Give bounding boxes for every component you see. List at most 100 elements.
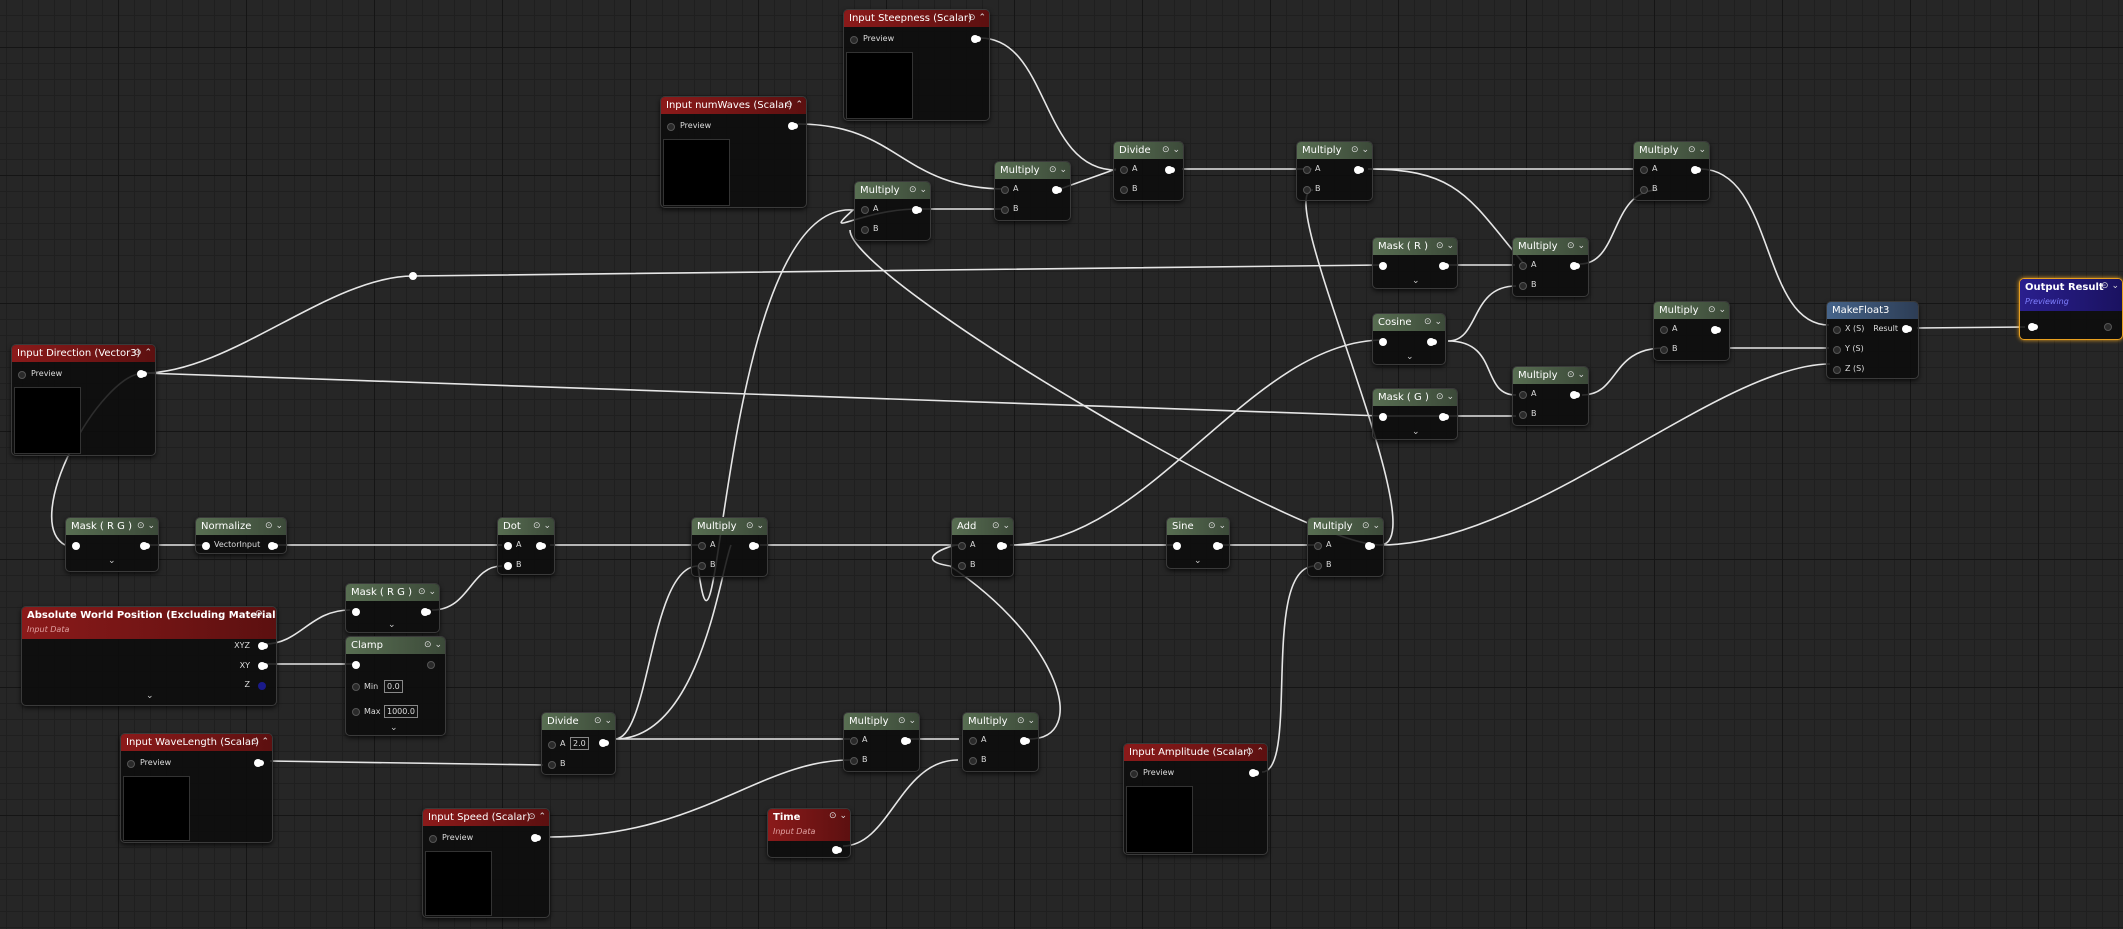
input-pin-a[interactable] <box>1303 166 1311 174</box>
input-pin-b[interactable] <box>548 761 556 769</box>
expand-icon[interactable]: ⌄ <box>108 556 116 566</box>
input-pin-y[interactable] <box>1833 346 1841 354</box>
input-pin-a[interactable] <box>504 542 512 550</box>
output-pin[interactable] <box>1020 737 1028 745</box>
input-pin[interactable] <box>202 542 210 550</box>
header-icons[interactable]: ⊙ ⌄ <box>1362 518 1380 535</box>
output-pin[interactable] <box>788 122 796 130</box>
preview-toggle-icon[interactable] <box>429 835 437 843</box>
input-pin-b[interactable] <box>1001 206 1009 214</box>
output-pin[interactable] <box>268 542 276 550</box>
node-dot[interactable]: Dot ⊙ ⌄ A B <box>497 517 555 575</box>
output-pin[interactable] <box>1052 186 1060 194</box>
node-input-speed[interactable]: Input Speed (Scalar) ⊙ ⌃ Preview <box>422 808 550 918</box>
output-pin-xyz[interactable] <box>258 642 266 650</box>
output-pin[interactable] <box>1354 166 1362 174</box>
node-multiply-3[interactable]: Multiply ⊙ ⌄ A B <box>1296 141 1373 201</box>
header-icons[interactable]: ⊙ ⌃ <box>251 734 269 751</box>
node-header[interactable]: Absolute World Position (Excluding Mater… <box>22 607 276 639</box>
output-pin[interactable] <box>137 370 145 378</box>
node-header[interactable]: Output Result Previewing ⊙ ⌄ <box>2020 279 2122 311</box>
input-pin-a[interactable] <box>969 737 977 745</box>
output-pin[interactable] <box>971 35 979 43</box>
header-icons[interactable]: ⊙ ⌄ <box>829 809 847 823</box>
header-icons[interactable]: ⊙ ⌃ <box>134 345 152 362</box>
output-pin[interactable] <box>427 661 435 669</box>
header-icons[interactable]: ⊙ ⌄ <box>533 518 551 535</box>
output-pin[interactable] <box>1365 542 1373 550</box>
node-absolute-world-position[interactable]: Absolute World Position (Excluding Mater… <box>21 606 277 706</box>
node-mask-rg-2[interactable]: Mask ( R G ) ⊙ ⌄ ⌄ <box>345 583 440 633</box>
input-pin[interactable] <box>2028 323 2036 331</box>
node-header[interactable]: Input Speed (Scalar) ⊙ ⌃ <box>423 809 549 826</box>
output-pin[interactable] <box>599 739 607 747</box>
input-pin-a[interactable] <box>1519 262 1527 270</box>
input-pin-a[interactable] <box>1001 186 1009 194</box>
node-header[interactable]: Multiply ⊙ ⌄ <box>963 713 1038 730</box>
input-pin-b[interactable] <box>504 562 512 570</box>
node-header[interactable]: Input Direction (Vector3) ⊙ ⌃ <box>12 345 155 362</box>
output-pin[interactable] <box>1570 262 1578 270</box>
output-pin[interactable] <box>1427 338 1435 346</box>
node-time[interactable]: Time Input Data ⊙ ⌄ <box>767 808 851 858</box>
header-icons[interactable]: ⊙ ⌄ <box>1208 518 1226 535</box>
input-pin-max[interactable] <box>352 708 360 716</box>
output-pin[interactable] <box>536 542 544 550</box>
node-divide-2[interactable]: Divide ⊙ ⌄ A 2.0 B <box>541 712 616 775</box>
node-header[interactable]: MakeFloat3 <box>1827 302 1918 319</box>
header-icons[interactable]: ⊙ ⌃ <box>968 10 986 27</box>
node-header[interactable]: Divide ⊙ ⌄ <box>542 713 615 730</box>
input-pin-b[interactable] <box>1303 186 1311 194</box>
header-icons[interactable]: ⊙ ⌄ <box>1688 142 1706 159</box>
node-output-result[interactable]: Output Result Previewing ⊙ ⌄ <box>2019 278 2123 340</box>
input-pin-min[interactable] <box>352 683 360 691</box>
output-pin[interactable] <box>1439 262 1447 270</box>
node-cosine[interactable]: Cosine ⊙ ⌄ ⌄ <box>1372 313 1446 365</box>
header-icons[interactable]: ⊙ ⌄ <box>909 182 927 199</box>
node-header[interactable]: Multiply ⊙ ⌄ <box>1654 302 1729 319</box>
node-input-wavelength[interactable]: Input WaveLength (Scalar) ⊙ ⌃ Preview <box>120 733 273 843</box>
node-header[interactable]: Multiply ⊙ ⌄ <box>855 182 930 199</box>
header-icons[interactable]: ⊙ ⌄ <box>424 637 442 654</box>
header-icons[interactable]: ⊙ ⌄ <box>418 584 436 601</box>
input-pin-a[interactable] <box>861 206 869 214</box>
header-icons[interactable]: ⊙ ⌄ <box>1162 142 1180 159</box>
output-pin[interactable] <box>997 542 1005 550</box>
input-pin-z[interactable] <box>1833 366 1841 374</box>
header-icons[interactable]: ⊙ ⌄ <box>1708 302 1726 319</box>
node-header[interactable]: Add ⊙ ⌄ <box>952 518 1013 535</box>
output-pin[interactable] <box>254 759 262 767</box>
output-pin[interactable] <box>1249 769 1257 777</box>
header-icons[interactable]: ⊙ ⌄ <box>2101 279 2119 293</box>
header-icons[interactable]: ⊙ ⌃ <box>785 97 803 114</box>
header-icons[interactable]: ⊙ ⌄ <box>1567 367 1585 384</box>
output-pin[interactable] <box>1165 166 1173 174</box>
node-input-direction[interactable]: Input Direction (Vector3) ⊙ ⌃ Preview <box>11 344 156 456</box>
input-pin-b[interactable] <box>861 226 869 234</box>
node-mask-rg[interactable]: Mask ( R G ) ⊙ ⌄ ⌄ <box>65 517 159 572</box>
expand-icon[interactable]: ⌄ <box>1194 556 1202 566</box>
input-pin-a[interactable] <box>1660 326 1668 334</box>
output-pin[interactable] <box>1711 326 1719 334</box>
node-header[interactable]: Mask ( R ) ⊙ ⌄ <box>1373 238 1457 255</box>
node-add[interactable]: Add ⊙ ⌄ A B <box>951 517 1014 577</box>
node-multiply-6[interactable]: Multiply ⊙ ⌄ A B <box>1512 366 1589 426</box>
preview-toggle-icon[interactable] <box>667 123 675 131</box>
input-pin-a[interactable] <box>698 542 706 550</box>
input-pin-a[interactable] <box>1519 391 1527 399</box>
header-icons[interactable]: ⊙ ⌄ <box>1424 314 1442 331</box>
header-icons[interactable]: ⊙ ⌄ <box>1436 389 1454 406</box>
node-header[interactable]: Multiply ⊙ ⌄ <box>1297 142 1372 159</box>
node-header[interactable]: Sine ⊙ ⌄ <box>1167 518 1229 535</box>
input-pin-b[interactable] <box>1519 282 1527 290</box>
node-header[interactable]: Mask ( R G ) ⊙ ⌄ <box>66 518 158 535</box>
input-pin-b[interactable] <box>1519 411 1527 419</box>
node-makefloat3[interactable]: MakeFloat3 X (S) Y (S) Z (S) Result <box>1826 301 1919 379</box>
input-pin-b[interactable] <box>1120 186 1128 194</box>
output-pin[interactable] <box>1439 413 1447 421</box>
node-header[interactable]: Multiply ⊙ ⌄ <box>844 713 919 730</box>
node-header[interactable]: Multiply ⊙ ⌄ <box>692 518 767 535</box>
node-header[interactable]: Input Amplitude (Scalar) ⊙ ⌃ <box>1124 744 1267 761</box>
header-icons[interactable]: ⊙ ⌃ <box>528 809 546 826</box>
node-header[interactable]: Multiply ⊙ ⌄ <box>1513 367 1588 384</box>
